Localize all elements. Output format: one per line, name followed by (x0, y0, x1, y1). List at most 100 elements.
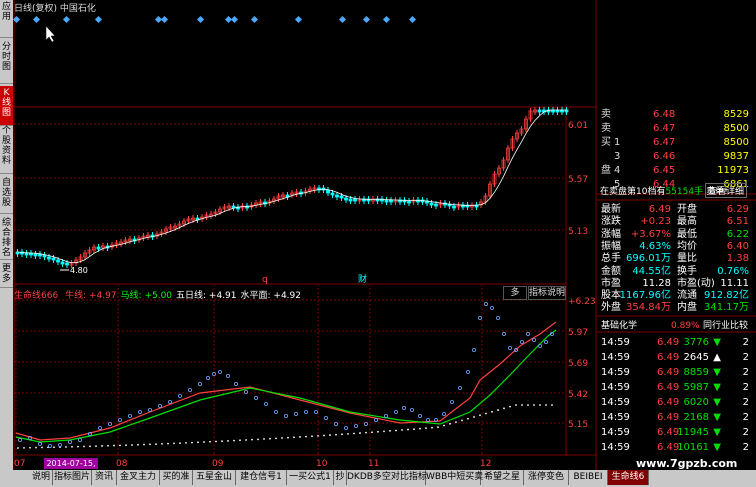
order-level: 3 (614, 151, 621, 162)
tick-count: 2 (742, 337, 749, 348)
view-detail-button[interactable]: 查看详细 (705, 183, 748, 198)
five-day-circle (409, 407, 414, 412)
candle-body (96, 246, 101, 250)
candle-body (537, 109, 542, 113)
five-day-circle (137, 409, 142, 414)
tick-volume: 5987 (683, 382, 709, 393)
bottom-tab-8[interactable]: 抄 (334, 470, 347, 485)
tick-price: 6.49 (657, 427, 680, 438)
bottom-tab-11[interactable]: 希望之星 (481, 470, 524, 485)
sell-alert-text: 在卖盘第10档有 (600, 187, 666, 197)
water-level-dot (467, 417, 469, 420)
water-level-dot (167, 442, 169, 445)
tick-direction-icon: ▼ (713, 412, 721, 423)
bottom-tab-0[interactable]: 说明 (30, 470, 53, 485)
bottom-tab-14[interactable]: 生命线6 (608, 470, 649, 485)
water-level-dot (209, 440, 211, 443)
water-level-dot (389, 430, 391, 432)
bottom-tab-3[interactable]: 金叉主力 (117, 470, 160, 485)
water-level-dot (185, 441, 187, 444)
tick-count: 2 (742, 367, 749, 378)
tick-price: 6.49 (657, 367, 680, 378)
tick-volume: 8859 (683, 367, 709, 378)
bottom-tab-2[interactable]: 资讯 (92, 470, 117, 485)
five-day-circle (401, 405, 406, 410)
water-level-dot (353, 432, 355, 435)
water-level-dot (77, 445, 79, 448)
five-day-circle (197, 381, 202, 386)
candle-body (353, 198, 357, 202)
tick-row: 14:59 6.49 5987 ▼ 2 (597, 381, 753, 395)
five-day-circle (293, 411, 298, 416)
candle-body (407, 200, 411, 204)
water-level-dot (311, 435, 313, 438)
tick-direction-icon: ▼ (713, 397, 721, 408)
water-level-dot (179, 442, 181, 445)
candle-body (384, 199, 389, 203)
water-level-dot (533, 404, 535, 406)
water-level-dot (89, 445, 91, 448)
bottom-tab-9[interactable]: DKDB多空对比指标 (347, 470, 427, 485)
five-day-circle (526, 331, 531, 336)
indicator-axis-label: +6.23 (568, 297, 596, 307)
water-level-dot (227, 440, 229, 442)
tick-price: 6.49 (657, 412, 680, 423)
marker-cai: 财 (358, 273, 367, 285)
indicator-name: 生命线666 (14, 291, 59, 301)
five-day-circle (127, 413, 132, 418)
five-day-circle (471, 347, 476, 352)
indicator-more-button[interactable]: 多 (503, 286, 527, 300)
tick-price: 6.49 (657, 397, 680, 408)
tick-volume: 2645 (683, 352, 709, 363)
water-level-dot (329, 434, 331, 436)
order-book-row: 买 1 6.47 8500 (597, 136, 753, 150)
kline-low-label: 4.80 (70, 266, 88, 275)
sector-compare-button[interactable]: 同行业比较 (703, 319, 748, 333)
water-level-dot (317, 434, 319, 437)
five-day-circle (68, 439, 73, 444)
sector-row: 基础化学 0.89% 同行业比较 (597, 319, 753, 333)
water-level-dot (515, 404, 517, 406)
bottom-tab-5[interactable]: 五星金山 (193, 470, 236, 485)
tick-time: 14:59 (601, 367, 630, 378)
quote-value: 341.17万 (704, 302, 749, 314)
water-level-dot (101, 445, 103, 447)
bottom-tab-10[interactable]: WBB中短买卖 (426, 470, 483, 485)
indicator-value-3: 水平面: +4.92 (240, 291, 301, 301)
water-level-dot (323, 434, 325, 437)
water-level-dot (29, 446, 31, 449)
bottom-tab-7[interactable]: 一买公式1 (287, 470, 334, 485)
water-level-dot (95, 445, 97, 448)
order-price: 6.47 (653, 123, 676, 134)
kline-axis-label: 5.13 (568, 227, 588, 237)
indicator-axis-label: 5.69 (568, 359, 588, 369)
bottom-indicator-tabs: 说明 指标图片 资讯 金叉主力 买的准 五星金山 建仓信号1 一买公式1 抄 DKDB多空对比指标… (0, 470, 756, 487)
candle-body (344, 197, 348, 201)
five-day-circle (489, 305, 494, 310)
order-level: 1 (614, 137, 621, 148)
bottom-tab-6[interactable]: 建仓信号1 (236, 470, 287, 485)
bottom-tab-4[interactable]: 买的准 (160, 470, 193, 485)
order-volume: 9837 (723, 151, 749, 162)
tick-price: 6.49 (657, 352, 680, 363)
water-level-dot (401, 429, 403, 431)
tick-row: 14:59 6.49 2168 ▼ 2 (597, 411, 753, 425)
quote-value: 354.84万 (626, 302, 671, 314)
watermark: www.7gpzb.com (636, 457, 738, 470)
water-level-dot (143, 443, 145, 446)
indicator-help-button[interactable]: 指标说明 (528, 286, 566, 300)
tick-count: 2 (742, 352, 749, 363)
order-book-row: 盘 4 6.45 11973 (597, 164, 753, 178)
kline-axis-label: 6.01 (568, 121, 588, 131)
bottom-tab-12[interactable]: 涨停变色 (524, 470, 569, 485)
date-cursor-label: 2014-07-15,二 (44, 458, 98, 479)
five-day-circle (449, 399, 454, 404)
indicator-value-1: 马线: +5.00 (120, 291, 173, 301)
five-day-circle (544, 339, 549, 344)
order-side-label: 卖 (601, 109, 611, 120)
bottom-tab-13[interactable]: BEIBEI (569, 470, 608, 485)
water-level-dot (365, 431, 367, 434)
order-price: 6.45 (653, 165, 676, 176)
kline-ma-line (17, 109, 567, 264)
bottom-tab-1[interactable]: 指标图片 (53, 470, 92, 485)
